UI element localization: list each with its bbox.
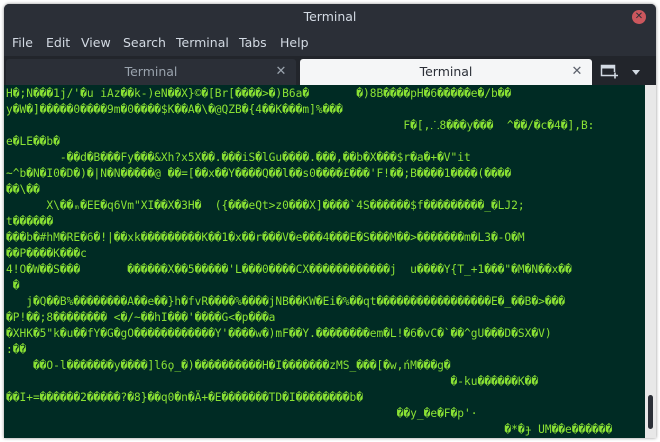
terminal-line: H�;N���1j/'�u iAz��k-)eN��X}©�[Br[����>�… bbox=[6, 87, 512, 100]
terminal-line: ���b�#hM�RE�6�!|��xk���������K��1�x��r��… bbox=[6, 231, 525, 244]
terminal-line: �XHK�5"k�u��fY�G�gO������������Y'����w�)… bbox=[6, 327, 552, 340]
tab-terminal-2[interactable]: Terminal ✕ bbox=[300, 59, 592, 85]
tab-bar: Terminal ✕ Terminal ✕ bbox=[4, 56, 656, 85]
menu-search[interactable]: Search bbox=[123, 30, 166, 56]
terminal-output[interactable]: H�;N���1j/'�u iAz��k-)eN��X}©�[Br[����>�… bbox=[4, 85, 645, 438]
tabs-menu-button[interactable] bbox=[630, 65, 642, 77]
terminal-line: -��d�B���Fy���&Xh?x5X��.���iS�lGu����.��… bbox=[6, 151, 471, 164]
terminal-line: y�W�]�����0����9m�0����$K��A�\�@QZB�{4��… bbox=[6, 103, 343, 116]
new-tab-icon bbox=[600, 64, 618, 79]
chevron-down-icon bbox=[632, 70, 640, 75]
new-tab-button[interactable] bbox=[600, 62, 618, 80]
window-title: Terminal bbox=[303, 9, 357, 24]
terminal-line: X\��ₘ�EE�q6Vm"XI��X�3H� ({���eQt>z0���X]… bbox=[6, 199, 525, 212]
terminal-line: ��O-l�������y����]l6ϙ_�)����������H�I���… bbox=[6, 359, 451, 372]
close-button[interactable]: ✕ bbox=[632, 10, 646, 24]
close-icon: ✕ bbox=[634, 11, 644, 22]
terminal-line: j�Q��B%��������A��e��}h�fvR����%����jNB�… bbox=[6, 295, 566, 308]
title-bar[interactable]: Terminal ✕ bbox=[4, 4, 656, 30]
terminal-line: � bbox=[6, 279, 20, 292]
menu-bar: File Edit View Search Terminal Tabs Help bbox=[4, 30, 656, 56]
terminal-line: e�LE��b� bbox=[6, 135, 60, 148]
terminal-line: �P!��;8�������� <�/~��hI���'����G<�p���a bbox=[6, 311, 276, 324]
menu-edit[interactable]: Edit bbox=[46, 30, 70, 56]
menu-help[interactable]: Help bbox=[280, 30, 309, 56]
menu-file[interactable]: File bbox=[12, 30, 33, 56]
menu-tabs[interactable]: Tabs bbox=[239, 30, 267, 56]
terminal-line: ��\�� bbox=[6, 183, 40, 196]
terminal-line: ��P����K���c bbox=[6, 247, 87, 260]
terminal-window: Terminal ✕ File Edit View Search Termina… bbox=[4, 4, 656, 438]
terminal-line: :�� bbox=[6, 343, 27, 356]
terminal-line: �*�ɟ UM��e������ bbox=[6, 423, 613, 436]
menu-terminal[interactable]: Terminal bbox=[176, 30, 229, 56]
terminal-line: ~^b�N�I0�D�)�|N�N�����@ ��=[��x��Y����Q�… bbox=[6, 167, 512, 180]
tab-label: Terminal bbox=[124, 64, 178, 79]
tab-label: Terminal bbox=[419, 64, 473, 79]
terminal-line: F�[,⸫8���y��� ^��/�c�4�],B: bbox=[6, 119, 595, 132]
terminal-line: ��y_�e�F�p'· bbox=[6, 407, 478, 420]
tab-terminal-1[interactable]: Terminal ✕ bbox=[6, 59, 296, 85]
terminal-line: �-ku������K�� bbox=[6, 375, 539, 388]
terminal-line: 4!O�W��S��� ������X��5�����'L���0����CX�… bbox=[6, 263, 572, 276]
close-icon[interactable]: ✕ bbox=[570, 59, 584, 85]
vertical-scrollbar[interactable] bbox=[645, 85, 656, 438]
terminal-line: t������ bbox=[6, 215, 54, 228]
terminal-line: ��I+=������2�����?�8}��q0�n�Ä+�E�������T… bbox=[6, 391, 363, 404]
scrollbar-thumb[interactable] bbox=[648, 395, 653, 429]
menu-view[interactable]: View bbox=[81, 30, 111, 56]
close-icon[interactable]: ✕ bbox=[274, 59, 288, 85]
